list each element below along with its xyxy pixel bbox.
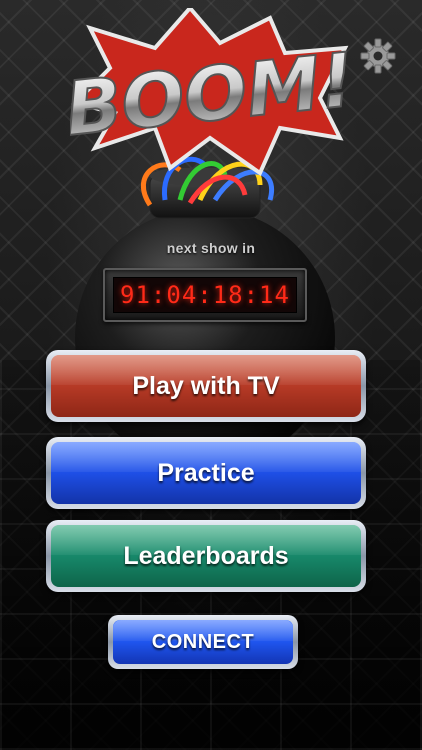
- practice-label: Practice: [157, 458, 255, 487]
- practice-face: Practice: [51, 442, 361, 504]
- play-with-tv-label: Play with TV: [132, 371, 280, 400]
- boom-logo: BOOM!: [70, 8, 350, 177]
- timer-display: 91:04:18:14: [113, 277, 297, 313]
- next-show-label: next show in: [166, 240, 256, 256]
- leaderboards-label: Leaderboards: [123, 541, 289, 570]
- leaderboards-button[interactable]: Leaderboards: [46, 520, 366, 592]
- leaderboards-face: Leaderboards: [51, 525, 361, 587]
- practice-button[interactable]: Practice: [46, 437, 366, 509]
- connect-button[interactable]: CONNECT: [108, 615, 298, 669]
- connect-label: CONNECT: [151, 630, 255, 653]
- play-with-tv-button[interactable]: Play with TV: [46, 350, 366, 422]
- settings-button[interactable]: [358, 36, 398, 76]
- play-with-tv-face: Play with TV: [51, 355, 361, 417]
- connect-face: CONNECT: [113, 620, 293, 664]
- gear-icon: [360, 38, 396, 74]
- timer-digits: 91:04:18:14: [120, 281, 290, 309]
- countdown-timer: 91:04:18:14: [103, 268, 307, 322]
